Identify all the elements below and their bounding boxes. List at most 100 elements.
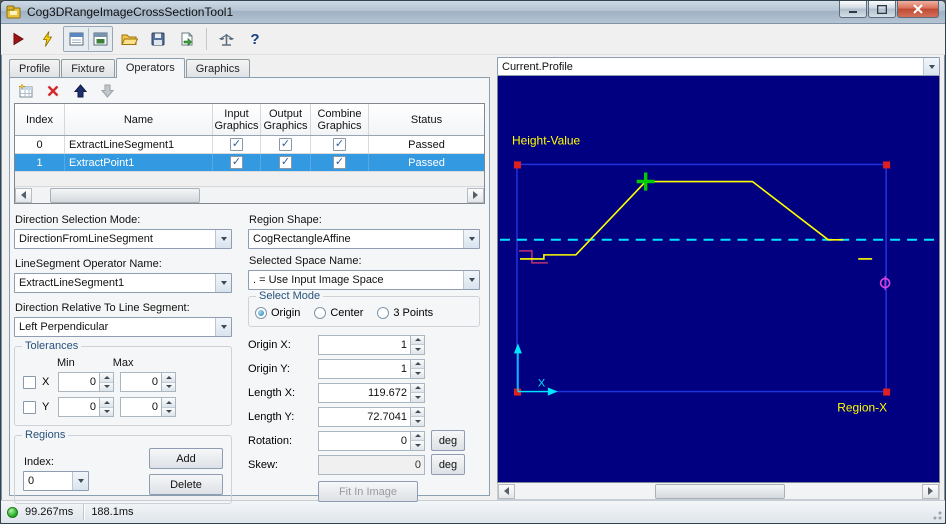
radio-3points[interactable]: 3 Points: [377, 307, 433, 319]
table-hscrollbar[interactable]: [15, 186, 484, 203]
col-name[interactable]: Name: [65, 104, 213, 135]
scroll-track[interactable]: [515, 483, 922, 499]
tolerance-x-max-spinner[interactable]: 0: [120, 372, 176, 392]
rotation-deg-button[interactable]: deg: [431, 430, 465, 451]
chevron-down-icon[interactable]: [215, 318, 231, 336]
origin-y-spinner[interactable]: 1: [318, 358, 425, 379]
resize-grip[interactable]: [930, 508, 942, 520]
spin-up-icon[interactable]: [100, 398, 113, 407]
chevron-down-icon[interactable]: [215, 274, 231, 292]
tab-operators[interactable]: Operators: [115, 58, 185, 78]
scroll-right-button[interactable]: [467, 187, 484, 203]
region-handle-bottomright[interactable]: [883, 388, 891, 396]
tab-profile[interactable]: Profile: [9, 59, 61, 77]
output-graphics-checkbox[interactable]: [279, 156, 292, 169]
spin-up-icon[interactable]: [162, 373, 175, 382]
col-combine-graphics[interactable]: Combine Graphics: [311, 104, 369, 135]
spin-up-icon[interactable]: [411, 359, 424, 368]
help-button[interactable]: ?: [242, 26, 268, 52]
tolerance-x-checkbox[interactable]: [23, 375, 36, 389]
spin-down-icon[interactable]: [100, 406, 113, 416]
radio-center[interactable]: Center: [314, 307, 363, 319]
maximize-button[interactable]: [868, 1, 896, 18]
record-selector-combo[interactable]: Current.Profile: [497, 57, 940, 76]
tolerance-y-max-spinner[interactable]: 0: [120, 397, 176, 417]
table-row-selected[interactable]: 1 ExtractPoint1 Passed: [15, 154, 484, 172]
table-row[interactable]: 0 ExtractLineSegment1 Passed: [15, 136, 484, 154]
delete-operator-button[interactable]: [43, 81, 63, 101]
spin-down-icon[interactable]: [411, 368, 424, 378]
scroll-left-button[interactable]: [498, 483, 515, 499]
close-button[interactable]: [897, 1, 939, 18]
direction-mode-combo[interactable]: DirectionFromLineSegment: [14, 229, 232, 249]
col-input-graphics[interactable]: Input Graphics: [213, 104, 261, 135]
chevron-down-icon[interactable]: [463, 230, 479, 248]
col-index[interactable]: Index: [15, 104, 65, 135]
region-rectangle[interactable]: [516, 163, 887, 393]
spin-up-icon[interactable]: [411, 431, 424, 440]
chevron-down-icon[interactable]: [923, 58, 939, 75]
spin-up-icon[interactable]: [162, 398, 175, 407]
run-button[interactable]: [5, 26, 31, 52]
spin-down-icon[interactable]: [411, 392, 424, 402]
spin-down-icon[interactable]: [411, 344, 424, 354]
import-button[interactable]: [174, 26, 200, 52]
benchmark-button[interactable]: [213, 26, 239, 52]
spin-up-icon[interactable]: [411, 407, 424, 416]
skew-field[interactable]: 0: [318, 454, 425, 475]
region-index-combo[interactable]: 0: [23, 471, 89, 491]
scroll-left-button[interactable]: [15, 187, 32, 203]
space-name-combo[interactable]: . = Use Input Image Space: [248, 270, 480, 290]
spin-up-icon[interactable]: [411, 335, 424, 344]
spin-down-icon[interactable]: [100, 381, 113, 391]
delete-region-button[interactable]: Delete: [149, 474, 223, 495]
col-output-graphics[interactable]: Output Graphics: [261, 104, 311, 135]
tolerance-y-checkbox[interactable]: [23, 400, 36, 414]
scroll-track[interactable]: [32, 187, 467, 203]
chevron-down-icon[interactable]: [72, 472, 88, 490]
tool-display-button[interactable]: [64, 27, 88, 51]
minimize-button[interactable]: [839, 1, 867, 18]
title-bar[interactable]: Cog3DRangeImageCrossSectionTool1: [1, 1, 945, 24]
move-up-button[interactable]: [70, 81, 90, 101]
region-shape-combo[interactable]: CogRectangleAffine: [248, 229, 480, 249]
tolerance-y-min-spinner[interactable]: 0: [58, 397, 114, 417]
display-hscrollbar[interactable]: [497, 483, 940, 500]
combine-graphics-checkbox[interactable]: [333, 138, 346, 151]
rotation-spinner[interactable]: 0: [318, 430, 425, 451]
output-graphics-checkbox[interactable]: [279, 138, 292, 151]
radio-origin[interactable]: Origin: [255, 307, 300, 319]
region-handle-topleft[interactable]: [513, 161, 521, 169]
spin-down-icon[interactable]: [411, 416, 424, 426]
profile-display[interactable]: X Height-Value Region-X: [497, 76, 940, 483]
electric-run-button[interactable]: [34, 26, 60, 52]
tolerance-x-min-spinner[interactable]: 0: [58, 372, 114, 392]
tab-graphics[interactable]: Graphics: [185, 59, 250, 77]
region-handle-topright[interactable]: [883, 161, 891, 169]
add-operator-button[interactable]: [16, 81, 36, 101]
scroll-right-button[interactable]: [922, 483, 939, 499]
input-graphics-checkbox[interactable]: [230, 138, 243, 151]
skew-deg-button[interactable]: deg: [431, 454, 465, 475]
chevron-down-icon[interactable]: [215, 230, 231, 248]
add-region-button[interactable]: Add: [149, 448, 223, 469]
chevron-down-icon[interactable]: [463, 271, 479, 289]
open-file-button[interactable]: [116, 26, 142, 52]
col-status[interactable]: Status: [369, 104, 484, 135]
spin-up-icon[interactable]: [100, 373, 113, 382]
linesegment-operator-combo[interactable]: ExtractLineSegment1: [14, 273, 232, 293]
spin-down-icon[interactable]: [162, 381, 175, 391]
spin-down-icon[interactable]: [411, 440, 424, 450]
input-graphics-checkbox[interactable]: [230, 156, 243, 169]
image-display-button[interactable]: [88, 27, 112, 51]
scroll-thumb[interactable]: [655, 483, 785, 499]
spin-down-icon[interactable]: [162, 406, 175, 416]
move-down-button[interactable]: [97, 81, 117, 101]
scroll-thumb[interactable]: [50, 187, 200, 203]
origin-x-spinner[interactable]: 1: [318, 334, 425, 355]
combine-graphics-checkbox[interactable]: [333, 156, 346, 169]
length-y-spinner[interactable]: 72.7041: [318, 406, 425, 427]
tab-fixture[interactable]: Fixture: [61, 59, 115, 77]
save-button[interactable]: [145, 26, 171, 52]
spin-up-icon[interactable]: [411, 383, 424, 392]
